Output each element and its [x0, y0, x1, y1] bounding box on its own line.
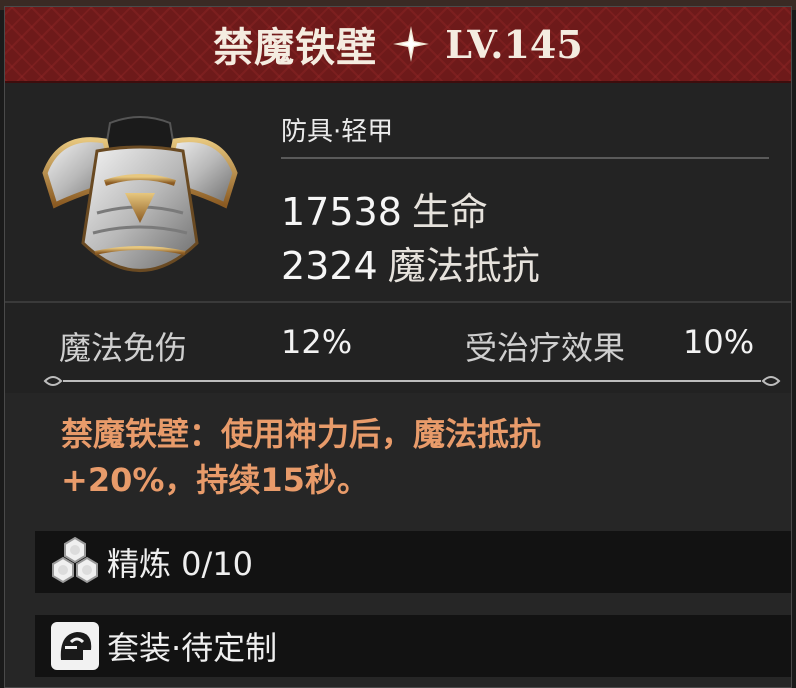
effect-line: 禁魔铁壁：使用神力后，魔法抵抗: [61, 415, 542, 453]
stat-health: 17538 生命: [281, 181, 488, 236]
refine-label: 精炼 0/10: [107, 545, 254, 583]
stat-magic-resist: 2324 魔法抵抗: [281, 235, 540, 290]
sub-stat-label: 魔法免伤: [59, 329, 188, 367]
special-effect-text: 禁魔铁壁：使用神力后，魔法抵抗 +20%，持续15秒。: [61, 411, 701, 503]
item-category: 防具·轻甲: [281, 117, 394, 147]
stat-label: 魔法抵抗: [387, 244, 540, 288]
effect-line: +20%，持续15秒。: [61, 461, 369, 499]
sub-stat-label: 受治疗效果: [465, 329, 626, 367]
helmet-silhouette-icon: [49, 620, 101, 672]
hexagon-cluster-icon: [49, 536, 101, 588]
set-label: 套装·待定制: [107, 629, 278, 667]
stat-value: 17538: [281, 190, 402, 234]
set-row[interactable]: 套装·待定制: [35, 615, 791, 677]
item-tooltip-panel: 禁魔铁壁 LV.145 防具·轻甲 17538 生命 2324 魔法抵抗 魔法免…: [4, 6, 792, 688]
item-main-info: 防具·轻甲 17538 生命 2324 魔法抵抗: [5, 83, 791, 303]
sub-stat-value: 12%: [281, 323, 353, 361]
item-level: LV.145: [445, 21, 583, 67]
ornate-divider: [43, 376, 781, 386]
stat-label: 生命: [411, 190, 488, 234]
four-point-star-icon: [391, 24, 431, 64]
tooltip-header: 禁魔铁壁 LV.145: [5, 7, 791, 83]
item-name: 禁魔铁壁: [213, 25, 378, 71]
refine-row[interactable]: 精炼 0/10: [35, 531, 791, 593]
category-divider: [281, 157, 769, 159]
sub-stat-value: 10%: [683, 323, 755, 361]
stat-value: 2324: [281, 244, 378, 288]
plate-armor-icon: [35, 113, 245, 293]
